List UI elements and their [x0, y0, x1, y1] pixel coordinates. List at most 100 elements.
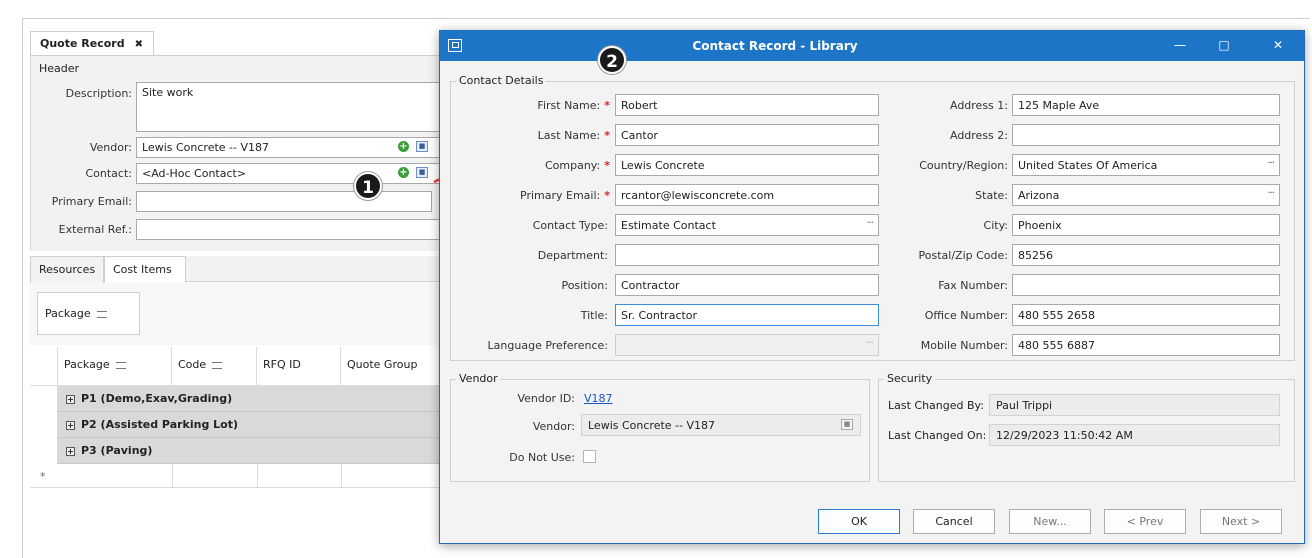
- office-number-field[interactable]: 480 555 2658: [1012, 304, 1280, 326]
- description-field[interactable]: Site work: [136, 82, 442, 132]
- ellipsis-icon[interactable]: ···: [866, 338, 873, 349]
- vendor-field[interactable]: Lewis Concrete -- V187: [136, 137, 442, 158]
- external-ref-label: External Ref.:: [58, 223, 132, 236]
- table-row[interactable]: + P2 (Assisted Parking Lot): [58, 412, 450, 438]
- contact-label: Contact:: [85, 167, 132, 180]
- primary-email-label: Primary Email: *: [460, 189, 610, 202]
- add-vendor-icon[interactable]: +: [398, 141, 409, 152]
- security-legend: Security: [884, 372, 936, 385]
- column-package-label: Package: [64, 358, 110, 371]
- address-2-field[interactable]: [1012, 124, 1280, 146]
- column-header-package[interactable]: Package: [58, 347, 172, 386]
- title-field[interactable]: Sr. Contractor: [615, 304, 879, 326]
- group-by-package-chip[interactable]: Package: [37, 292, 140, 335]
- column-quote-group-label: Quote Group: [347, 358, 418, 371]
- tab-close-icon[interactable]: ✖: [135, 39, 143, 50]
- first-name-label: First Name: *: [460, 99, 610, 112]
- column-code-label: Code: [178, 358, 207, 371]
- department-field[interactable]: [615, 244, 879, 266]
- grid-divider: [257, 464, 258, 488]
- address-1-field[interactable]: 125 Maple Ave: [1012, 94, 1280, 116]
- country-region-select[interactable]: United States Of America ···: [1012, 154, 1280, 176]
- expand-icon[interactable]: +: [66, 420, 75, 430]
- grid-divider: [172, 464, 173, 488]
- tab-cost-items[interactable]: Cost Items: [104, 256, 186, 284]
- vendor-card-icon[interactable]: ■: [416, 141, 428, 152]
- last-changed-by-label: Last Changed By:: [888, 399, 984, 412]
- first-name-field[interactable]: Robert: [615, 94, 879, 116]
- tab-resources-label: Resources: [39, 263, 96, 276]
- ellipsis-icon[interactable]: ···: [1267, 158, 1274, 169]
- next-button[interactable]: Next >: [1200, 509, 1282, 534]
- new-button[interactable]: New...: [1009, 509, 1091, 534]
- minimize-icon[interactable]: —: [1170, 38, 1190, 54]
- dialog-title-bar: Contact Record - Library — □ ✕: [440, 31, 1304, 61]
- department-label: Department:: [537, 249, 608, 262]
- vendor-legend: Vendor: [456, 372, 501, 385]
- contact-type-select[interactable]: Estimate Contact ···: [615, 214, 879, 236]
- state-select[interactable]: Arizona ···: [1012, 184, 1280, 206]
- column-rfq-id-label: RFQ ID: [263, 358, 301, 371]
- city-field[interactable]: Phoenix: [1012, 214, 1280, 236]
- add-contact-icon[interactable]: +: [398, 167, 409, 178]
- vendor-card-icon[interactable]: ■: [841, 419, 853, 430]
- field-label: Last Name:: [537, 129, 601, 142]
- position-field[interactable]: Contractor: [615, 274, 879, 296]
- callout-2: 2: [598, 46, 626, 74]
- primary-email-label: Primary Email:: [51, 195, 132, 208]
- contact-type-label: Contact Type:: [532, 219, 608, 232]
- tab-cost-items-label: Cost Items: [113, 263, 172, 276]
- cancel-button[interactable]: Cancel: [913, 509, 995, 534]
- column-header-code[interactable]: Code: [172, 347, 257, 386]
- mobile-number-label: Mobile Number:: [920, 339, 1008, 352]
- country-region-label: Country/Region:: [919, 159, 1008, 172]
- vendor-field[interactable]: Lewis Concrete -- V187 ■: [581, 414, 861, 436]
- last-changed-on-field: 12/29/2023 11:50:42 AM: [989, 424, 1280, 446]
- new-row[interactable]: [30, 464, 450, 488]
- language-preference-select[interactable]: ···: [615, 334, 879, 356]
- postal-code-field[interactable]: 85256: [1012, 244, 1280, 266]
- required-star-icon: *: [604, 159, 610, 172]
- vendor-id-link[interactable]: V187: [584, 392, 613, 405]
- dialog-title: Contact Record - Library: [692, 39, 858, 53]
- maximize-icon[interactable]: □: [1214, 38, 1234, 54]
- primary-email-field[interactable]: [136, 191, 432, 212]
- quote-record-tab[interactable]: Quote Record ✖: [30, 31, 154, 55]
- external-ref-field[interactable]: [136, 219, 442, 240]
- vendor-label: Vendor:: [532, 420, 575, 433]
- table-row[interactable]: + P1 (Demo,Exav,Grading): [58, 386, 450, 412]
- company-field[interactable]: Lewis Concrete: [615, 154, 879, 176]
- group-package-label: Package: [45, 307, 91, 320]
- ellipsis-icon[interactable]: ···: [866, 218, 873, 229]
- contact-field[interactable]: <Ad-Hoc Contact>: [136, 163, 442, 184]
- fax-number-label: Fax Number:: [938, 279, 1008, 292]
- title-label: Title:: [580, 309, 608, 322]
- do-not-use-label: Do Not Use:: [509, 451, 575, 464]
- fax-number-field[interactable]: [1012, 274, 1280, 296]
- state-label: State:: [975, 189, 1008, 202]
- header-group-label: Header: [39, 62, 80, 75]
- do-not-use-checkbox[interactable]: [583, 450, 596, 463]
- prev-button[interactable]: < Prev: [1104, 509, 1186, 534]
- office-number-label: Office Number:: [924, 309, 1008, 322]
- table-row[interactable]: + P3 (Paving): [58, 438, 450, 464]
- expand-icon[interactable]: +: [66, 446, 75, 456]
- column-header-quote-group[interactable]: Quote Group: [341, 347, 450, 386]
- field-label: First Name:: [537, 99, 601, 112]
- address-2-label: Address 2:: [949, 129, 1008, 142]
- contact-card-icon[interactable]: ■: [416, 167, 428, 178]
- column-header-rfq-id[interactable]: RFQ ID: [257, 347, 341, 386]
- close-icon[interactable]: ✕: [1268, 38, 1288, 54]
- expand-icon[interactable]: +: [66, 394, 75, 404]
- ok-button[interactable]: OK: [818, 509, 900, 534]
- row-label: P2 (Assisted Parking Lot): [81, 418, 239, 431]
- address-1-label: Address 1:: [949, 99, 1008, 112]
- primary-email-field[interactable]: rcantor@lewisconcrete.com: [615, 184, 879, 206]
- required-star-icon: *: [604, 99, 610, 112]
- tab-resources[interactable]: Resources: [30, 256, 104, 283]
- description-label: Description:: [65, 87, 132, 100]
- ellipsis-icon[interactable]: ···: [1267, 188, 1274, 199]
- last-name-label: Last Name: *: [460, 129, 610, 142]
- last-name-field[interactable]: Cantor: [615, 124, 879, 146]
- mobile-number-field[interactable]: 480 555 6887: [1012, 334, 1280, 356]
